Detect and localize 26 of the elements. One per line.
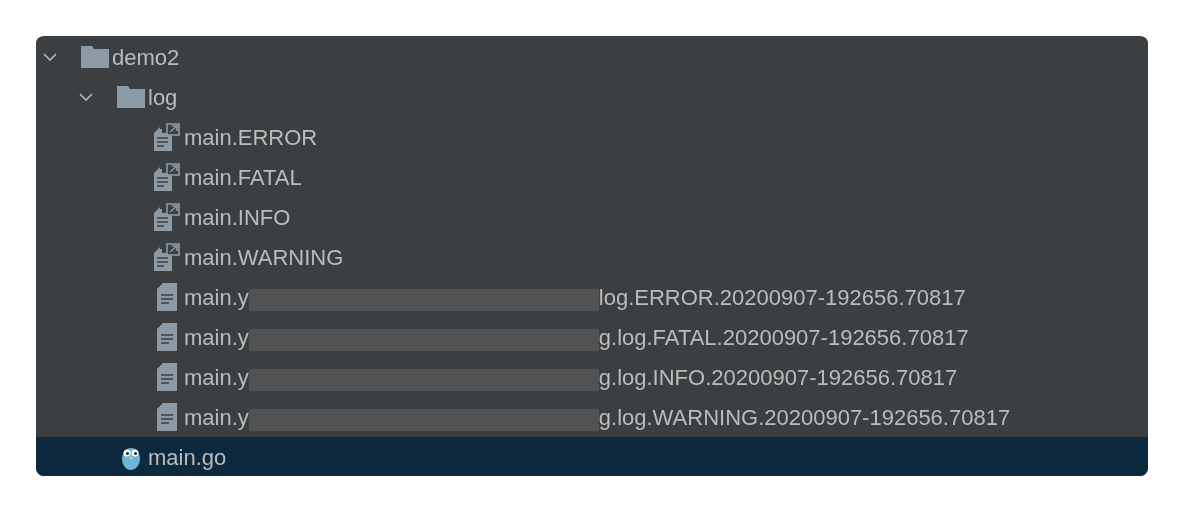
folder-icon (80, 46, 109, 68)
file-name: log.ERROR.20200907-192656.70817 (598, 283, 966, 312)
file-name: main.go (148, 443, 227, 472)
file-name: main.FATAL (184, 163, 302, 192)
file-name: g.log.WARNING.20200907-192656.70817 (598, 403, 1011, 432)
folder-icon (116, 86, 145, 108)
file-name: log (148, 83, 178, 112)
document-icon (156, 323, 177, 351)
file-name: main.y (184, 363, 249, 392)
document-icon (156, 283, 177, 311)
file-name: main.y (184, 323, 249, 352)
tree-row[interactable]: main.go (36, 437, 1148, 476)
file-name: main.y (184, 403, 249, 432)
document-shortcut-icon (153, 123, 180, 151)
document-icon (156, 363, 177, 391)
file-name: main.WARNING (184, 243, 344, 272)
file-name: main.ERROR (184, 123, 318, 152)
file-name: g.log.FATAL.20200907-192656.70817 (598, 323, 969, 352)
document-shortcut-icon (153, 163, 180, 191)
document-icon (156, 403, 177, 431)
file-name: main.INFO (184, 203, 291, 232)
file-name: g.log.INFO.20200907-192656.70817 (598, 363, 958, 392)
file-name: main.y (184, 283, 249, 312)
document-shortcut-icon (153, 203, 180, 231)
file-name: demo2 (112, 43, 180, 72)
document-shortcut-icon (153, 243, 180, 271)
